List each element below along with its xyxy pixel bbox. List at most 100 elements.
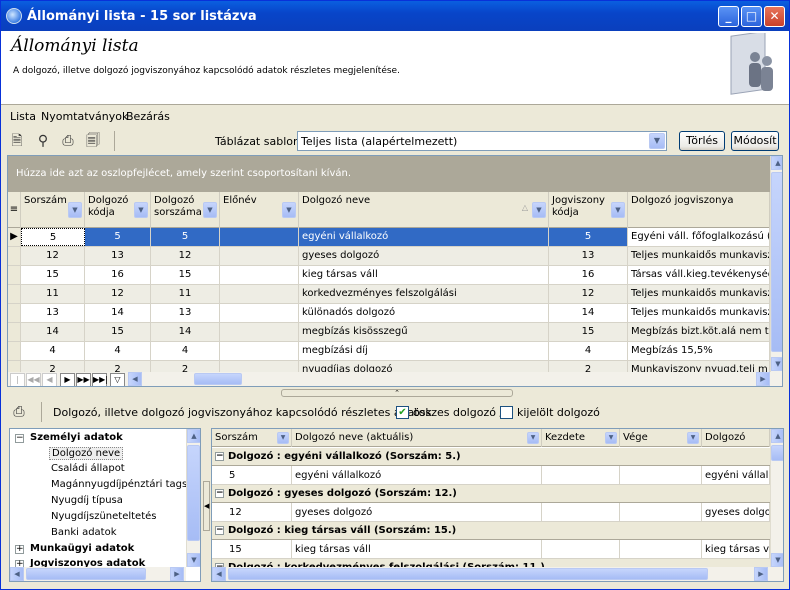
table-cell[interactable]: 16: [549, 266, 628, 284]
dcol-sorszam[interactable]: Sorszám ▼: [212, 429, 292, 447]
tree-vscroll[interactable]: ▲ ▼: [186, 429, 200, 567]
scroll-down-icon[interactable]: ▼: [771, 553, 783, 567]
table-row[interactable]: 5egyéni vállalkozóegyéni vállalkozó: [212, 466, 770, 485]
tree-item-magannyugdij[interactable]: Magánnyugdíjpénztári tagsá: [51, 479, 193, 490]
scroll-right-icon[interactable]: ▶: [754, 567, 768, 581]
table-cell[interactable]: megbízás kisösszegű: [299, 323, 549, 341]
chevron-down-icon[interactable]: ▼: [134, 202, 148, 218]
table-cell[interactable]: [220, 228, 299, 246]
table-cell[interactable]: [620, 466, 702, 485]
table-cell[interactable]: 13: [85, 247, 151, 265]
table-cell[interactable]: kieg társas váll: [702, 540, 770, 559]
modify-button[interactable]: Módosít: [731, 131, 779, 151]
table-cell[interactable]: 13: [151, 304, 220, 322]
col-dolgozo-jogviszonya[interactable]: Dolgozó jogviszonya: [628, 192, 770, 228]
last-record-icon[interactable]: ▶▶|: [92, 373, 108, 386]
dcol-dolgozo-neve-aktualis[interactable]: Dolgozó neve (aktuális) ▼: [292, 429, 542, 447]
row-indicator[interactable]: [8, 342, 21, 360]
table-cell[interactable]: [620, 503, 702, 522]
grid-vscroll[interactable]: ▲ ▼: [770, 156, 782, 372]
table-cell[interactable]: [220, 266, 299, 284]
printer-icon[interactable]: ⎙: [58, 131, 78, 151]
selected-employee-checkbox[interactable]: [500, 406, 513, 419]
dcol-dolgozo-neve[interactable]: Dolgozó neve: [702, 429, 770, 461]
table-cell[interactable]: [542, 540, 620, 559]
prev-page-icon[interactable]: ◀◀: [26, 373, 41, 386]
table-cell[interactable]: [620, 540, 702, 559]
table-row[interactable]: 4 4 4 megbízási díj 4 Megbízás 15,5%: [8, 342, 770, 361]
table-cell[interactable]: 4: [85, 342, 151, 360]
table-cell[interactable]: 15: [85, 323, 151, 341]
table-cell[interactable]: 11: [21, 285, 85, 303]
group-row[interactable]: − Dolgozó : kieg társas váll (Sorszám: 15…: [212, 522, 770, 540]
prev-record-icon[interactable]: ◀: [42, 373, 57, 386]
chevron-down-icon[interactable]: ▼: [605, 432, 617, 444]
panel-splitter[interactable]: ⌃: [281, 389, 513, 397]
table-cell[interactable]: 5: [85, 228, 151, 246]
minimize-button[interactable]: _: [718, 6, 739, 27]
table-cell[interactable]: egyéni vállalkozó: [702, 466, 770, 485]
row-indicator[interactable]: [8, 285, 21, 303]
table-cell[interactable]: gyeses dolgozó: [299, 247, 549, 265]
table-cell[interactable]: egyéni vállalkozó: [299, 228, 549, 246]
tree-item-dolgozo-neve[interactable]: Dolgozó neve: [49, 447, 124, 460]
table-cell[interactable]: 16: [85, 266, 151, 284]
filter-funnel-icon[interactable]: ▽: [110, 373, 125, 386]
scroll-down-icon[interactable]: ▼: [771, 357, 782, 371]
group-row[interactable]: − Dolgozó : egyéni vállalkozó (Sorszám: 5…: [212, 448, 770, 466]
table-cell[interactable]: [220, 247, 299, 265]
table-cell[interactable]: 4: [151, 342, 220, 360]
chevron-down-icon[interactable]: ▼: [611, 202, 625, 218]
chevron-down-icon[interactable]: ▼: [687, 432, 699, 444]
table-cell[interactable]: Teljes munkaidős munkaviszo: [628, 304, 770, 322]
table-cell[interactable]: gyeses dolgozó: [702, 503, 770, 522]
table-cell[interactable]: [220, 304, 299, 322]
collapse-icon[interactable]: −: [215, 452, 224, 461]
first-record-icon[interactable]: |◀◀: [10, 373, 25, 386]
scroll-thumb[interactable]: [771, 445, 783, 461]
table-cell[interactable]: kieg társas váll: [292, 540, 542, 559]
menu-nyomtatvanyok[interactable]: Nyomtatványok: [41, 110, 128, 123]
table-row[interactable]: 15kieg társas vállkieg társas váll: [212, 540, 770, 559]
chevron-down-icon[interactable]: ▼: [649, 133, 665, 149]
table-cell[interactable]: 13: [21, 304, 85, 322]
tree-item-csaladi[interactable]: Családi állapot: [51, 463, 125, 474]
col-dolgozo-neve[interactable]: Dolgozó neve △ ▼: [299, 192, 549, 228]
table-cell[interactable]: 12: [151, 247, 220, 265]
hscroll-thumb[interactable]: [228, 568, 708, 580]
table-cell[interactable]: Társas váll.kieg.tevékenység: [628, 266, 770, 284]
table-cell[interactable]: 11: [151, 285, 220, 303]
table-cell[interactable]: 12: [85, 285, 151, 303]
table-cell[interactable]: 12: [21, 247, 85, 265]
table-cell[interactable]: 15: [226, 540, 292, 559]
table-cell[interactable]: [542, 503, 620, 522]
scroll-left-icon[interactable]: ◀: [212, 567, 226, 581]
filter-icon[interactable]: ⚲: [33, 131, 53, 151]
row-indicator[interactable]: [8, 323, 21, 341]
table-cell[interactable]: egyéni vállalkozó: [292, 466, 542, 485]
chevron-down-icon[interactable]: ▼: [203, 202, 217, 218]
printer-icon[interactable]: ⎙: [9, 402, 29, 422]
table-cell[interactable]: Teljes munkaidős munkaviszo: [628, 285, 770, 303]
template-select[interactable]: Teljes lista (alapértelmezett) ▼: [297, 131, 667, 151]
table-cell[interactable]: 4: [21, 342, 85, 360]
table-cell[interactable]: [220, 323, 299, 341]
table-cell[interactable]: 14: [549, 304, 628, 322]
tree-item-nyugdijszunetel[interactable]: Nyugdíjszüneteltetés: [51, 511, 156, 522]
document-icon[interactable]: 🗎: [7, 131, 27, 151]
table-row[interactable]: 12gyeses dolgozógyeses dolgozó: [212, 503, 770, 522]
collapse-icon[interactable]: −: [215, 526, 224, 535]
table-cell[interactable]: 15: [549, 323, 628, 341]
preview-icon[interactable]: 🗐: [83, 131, 103, 151]
scroll-left-icon[interactable]: ◀: [128, 372, 142, 386]
col-sorszam[interactable]: Sorszám ▼: [21, 192, 85, 228]
group-by-area[interactable]: Húzza ide azt az oszlopfejlécet, amely s…: [8, 156, 770, 192]
scroll-thumb[interactable]: [187, 445, 200, 541]
scroll-left-icon[interactable]: ◀: [10, 567, 24, 581]
scroll-up-icon[interactable]: ▲: [771, 429, 783, 443]
collapse-icon[interactable]: −: [15, 434, 24, 443]
close-button[interactable]: ✕: [764, 6, 785, 27]
dcol-kezdete[interactable]: Kezdete ▼: [542, 429, 620, 447]
maximize-button[interactable]: □: [741, 6, 762, 27]
menu-bezaras[interactable]: Bezárás: [126, 110, 170, 123]
